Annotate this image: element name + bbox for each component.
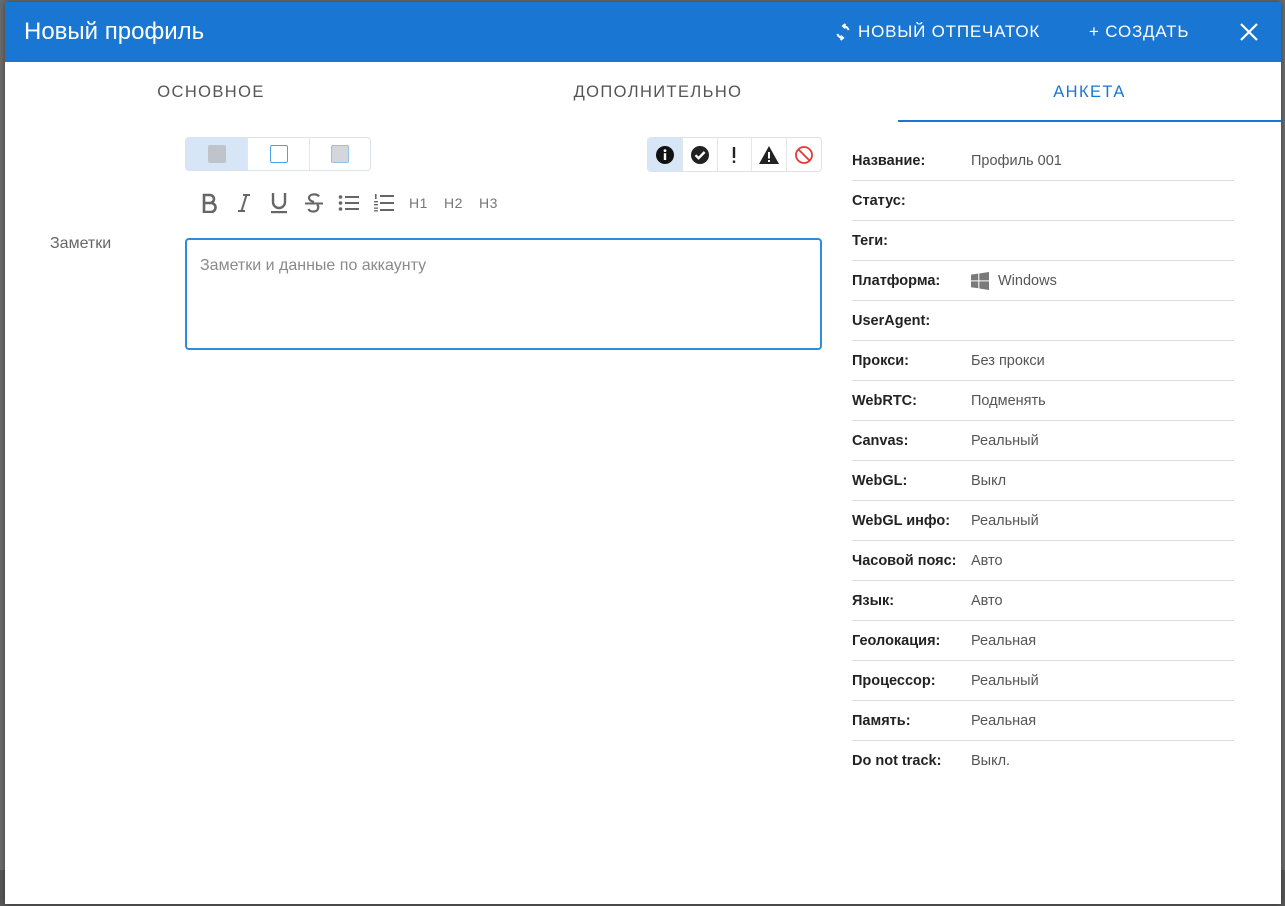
- summary-row-timezone: Часовой пояс: Авто: [852, 541, 1234, 581]
- summary-key: WebGL инфо:: [852, 512, 951, 529]
- warning-icon: [759, 145, 780, 164]
- summary-key: Теги:: [852, 232, 888, 249]
- bold-button[interactable]: [191, 190, 226, 216]
- summary-key: Память:: [852, 712, 911, 729]
- summary-row-dnt: Do not track: Выкл.: [852, 741, 1234, 780]
- summary-key: Статус:: [852, 192, 906, 209]
- strikethrough-icon: [304, 193, 323, 213]
- summary-value: Авто: [971, 592, 1003, 609]
- italic-button[interactable]: [226, 190, 261, 216]
- summary-row-webgl-info: WebGL инфо: Реальный: [852, 501, 1234, 541]
- summary-row-canvas: Canvas: Реальный: [852, 421, 1234, 461]
- color-swatch: [330, 145, 349, 163]
- platform-value: Windows: [998, 272, 1057, 289]
- summary-value: Выкл.: [971, 752, 1011, 769]
- summary-row-webrtc: WebRTC: Подменять: [852, 381, 1234, 421]
- tab-advanced[interactable]: ДОПОЛНИТЕЛЬНО: [443, 62, 873, 122]
- profile-summary: Название: Профиль 001 Статус: Теги: Плат…: [852, 141, 1234, 780]
- dialog-title: Новый профиль: [24, 18, 205, 45]
- status-warning-button[interactable]: [751, 138, 786, 171]
- summary-value: Выкл: [971, 472, 1007, 489]
- summary-row-webgl: WebGL: Выкл: [852, 461, 1234, 501]
- summary-value: Реальная: [971, 712, 1037, 729]
- heading3-button[interactable]: H3: [471, 190, 506, 216]
- summary-row-status: Статус:: [852, 181, 1234, 221]
- status-blocked-button[interactable]: [786, 138, 821, 171]
- status-ok-button[interactable]: [681, 138, 717, 171]
- color-swatch: [207, 145, 226, 163]
- create-button[interactable]: + СОЗДАТЬ: [1089, 19, 1189, 45]
- summary-key: Do not track:: [852, 752, 942, 769]
- underline-button[interactable]: [261, 190, 296, 216]
- create-label: + СОЗДАТЬ: [1089, 22, 1190, 41]
- color-option-gray[interactable]: [186, 138, 248, 170]
- summary-row-proxy: Прокси: Без прокси: [852, 341, 1234, 381]
- tab-basic[interactable]: ОСНОВНОЕ: [5, 62, 417, 122]
- status-info-button[interactable]: [648, 138, 682, 171]
- summary-key: Прокси:: [852, 352, 910, 369]
- exclamation-icon: [733, 146, 736, 163]
- summary-key: WebRTC:: [852, 392, 917, 409]
- summary-row-useragent: UserAgent:: [852, 301, 1234, 341]
- info-icon: [655, 145, 674, 164]
- strikethrough-button[interactable]: [296, 190, 331, 216]
- summary-row-tags: Теги:: [852, 221, 1234, 261]
- color-selector: [185, 137, 371, 171]
- numbered-list-button[interactable]: [366, 190, 401, 216]
- heading2-button[interactable]: H2: [436, 190, 471, 216]
- summary-row-geolocation: Геолокация: Реальная: [852, 621, 1234, 661]
- color-option-white[interactable]: [247, 138, 308, 170]
- summary-key: WebGL:: [852, 472, 908, 489]
- summary-key: Язык:: [852, 592, 895, 609]
- summary-row-language: Язык: Авто: [852, 581, 1234, 621]
- notes-label: Заметки: [50, 235, 112, 252]
- numbered-list-icon: [373, 194, 394, 212]
- summary-row-name: Название: Профиль 001: [852, 141, 1234, 181]
- summary-row-cpu: Процессор: Реальный: [852, 661, 1234, 701]
- ban-icon: [795, 145, 813, 164]
- windows-icon: [971, 271, 989, 290]
- summary-row-memory: Память: Реальная: [852, 701, 1234, 741]
- summary-value: Профиль 001: [971, 152, 1062, 169]
- summary-key: Название:: [852, 152, 926, 169]
- notes-input[interactable]: Заметки и данные по аккаунту: [185, 238, 822, 350]
- summary-value: Реальный: [971, 512, 1039, 529]
- summary-value: Реальная: [971, 632, 1037, 649]
- summary-key: Геолокация:: [852, 632, 941, 649]
- color-option-light-gray[interactable]: [308, 138, 370, 170]
- tab-summary[interactable]: АНКЕТА: [898, 62, 1281, 122]
- italic-icon: [237, 194, 250, 212]
- bullet-list-icon: [338, 195, 359, 211]
- format-toolbar: H1 H2 H3: [191, 190, 506, 216]
- underline-icon: [270, 193, 287, 214]
- tab-bar: ОСНОВНОЕ ДОПОЛНИТЕЛЬНО АНКЕТА: [5, 62, 1281, 122]
- new-fingerprint-label: НОВЫЙ ОТПЕЧАТОК: [858, 22, 1041, 41]
- close-button[interactable]: [1238, 21, 1260, 43]
- summary-key: Платформа:: [852, 272, 941, 289]
- summary-row-platform: Платформа: Windows: [852, 261, 1234, 301]
- color-swatch: [269, 145, 288, 163]
- status-selector: [647, 137, 822, 172]
- heading1-button[interactable]: H1: [401, 190, 436, 216]
- close-icon: [1240, 23, 1258, 41]
- summary-value: Подменять: [971, 392, 1046, 409]
- dialog-header: Новый профиль НОВЫЙ ОТПЕЧАТОК + СОЗДАТЬ: [5, 2, 1281, 62]
- summary-value: Авто: [971, 552, 1003, 569]
- summary-value: Реальный: [971, 672, 1039, 689]
- summary-value-platform: Windows: [971, 271, 1057, 290]
- summary-value: Реальный: [971, 432, 1039, 449]
- refresh-icon: [836, 23, 850, 41]
- summary-value: Без прокси: [971, 352, 1045, 369]
- new-fingerprint-button[interactable]: НОВЫЙ ОТПЕЧАТОК: [835, 19, 1040, 45]
- summary-key: Процессор:: [852, 672, 936, 689]
- summary-key: Canvas:: [852, 432, 909, 449]
- bold-icon: [202, 193, 217, 213]
- new-profile-dialog: Новый профиль НОВЫЙ ОТПЕЧАТОК + СОЗДАТЬ …: [5, 2, 1281, 904]
- check-icon: [690, 145, 709, 164]
- summary-key: Часовой пояс:: [852, 552, 957, 569]
- bullet-list-button[interactable]: [331, 190, 366, 216]
- summary-key: UserAgent:: [852, 312, 931, 329]
- active-tab-indicator: [898, 120, 1281, 122]
- status-attention-button[interactable]: [716, 138, 752, 171]
